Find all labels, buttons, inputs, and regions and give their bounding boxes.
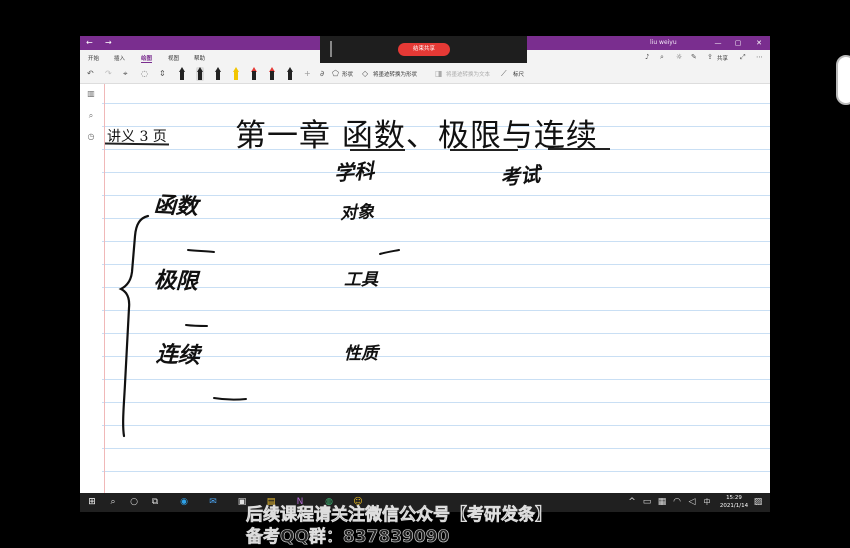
tab-draw[interactable]: 绘图 [141,54,153,63]
chevron-up-icon[interactable]: ^ [626,496,638,508]
add-pen-icon[interactable]: + [304,69,311,79]
side-handle [836,55,850,105]
tray-app-icon[interactable]: ▭ [641,496,653,508]
notifications-icon[interactable]: ▨ [752,496,764,508]
tab-home[interactable]: 开始 [88,54,99,62]
cortana-icon[interactable]: ○ [128,496,140,508]
underline-stroke [379,249,400,255]
wifi-icon[interactable]: ◠ [671,496,683,508]
tab-help[interactable]: 帮助 [194,54,205,62]
pen-red-2[interactable] [268,67,276,81]
recent-icon[interactable]: ◷ [85,131,97,143]
ink-to-text-button[interactable]: 将墨迹转换为文本 [446,70,490,78]
stop-sharing-button[interactable]: 结束共享 [398,43,450,56]
clock[interactable]: 15:29 2021/1/14 [715,494,753,510]
shapes-button[interactable]: 形状 [342,70,353,78]
lightbulb-icon[interactable]: ☼ [676,52,682,62]
redo-icon[interactable]: ↷ [105,69,112,79]
pen-black-3[interactable] [214,67,222,81]
shape-icon[interactable]: ⬠ [332,69,339,79]
edge-icon[interactable]: ◉ [178,496,190,508]
undo-icon[interactable]: ↶ [87,69,94,79]
lasso-select-icon[interactable]: ⌖ [123,69,128,79]
onenote-window: ← → liu weiyu — ▢ ✕ 开始 插入 绘图 视图 帮助 ♪ ⌕ ☼… [80,36,770,493]
mail-icon[interactable]: ✉ [207,496,219,508]
bell-icon[interactable]: ♪ [645,52,649,62]
ink-to-math-icon[interactable]: ∂ [320,69,324,79]
left-rail: ▥ ⌕ ◷ [80,84,102,493]
share-icon[interactable]: ⇪ [707,52,713,62]
underline-stroke [213,397,247,401]
notebooks-icon[interactable]: ▥ [85,88,97,100]
search-icon[interactable]: ⌕ [85,110,97,122]
pen-settings-icon[interactable]: ✎ [691,52,697,62]
share-button[interactable]: 共享 [717,54,728,62]
more-icon[interactable]: ⋯ [756,52,763,62]
clock-date: 2021/1/14 [719,503,749,509]
tab-view[interactable]: 视图 [168,54,179,62]
screen: ← → liu weiyu — ▢ ✕ 开始 插入 绘图 视图 帮助 ♪ ⌕ ☼… [0,0,850,548]
ruler-button[interactable]: 标尺 [513,70,524,78]
ink-strokes [118,214,400,438]
maximize-button[interactable]: ▢ [732,38,744,48]
ime-indicator[interactable]: 中 [701,496,713,508]
minimize-button[interactable]: — [712,38,724,48]
expand-icon[interactable]: ⤢ [740,52,746,62]
highlighter-yellow[interactable] [232,67,240,81]
add-space-icon[interactable]: ⇕ [159,69,166,79]
search-icon[interactable]: ⌕ [660,52,664,62]
eraser-icon[interactable]: ◌ [141,69,148,79]
underline-stroke [187,249,215,253]
ink-to-shape-icon[interactable]: ◇ [362,69,368,79]
watermark-line-2: 备考QQ群：837839090 [246,527,450,548]
back-arrow-icon[interactable]: ← [86,38,93,48]
task-view-icon[interactable]: ⧉ [149,496,161,508]
pen-black-1[interactable] [178,67,186,81]
screen-share-bar: 结束共享 [320,36,527,63]
tab-insert[interactable]: 插入 [114,54,125,62]
draw-toolbar: ↶ ↷ ⌖ ◌ ⇕ + ∂ ⬠ 形状 ◇ 将墨迹转换为形状 ◨ 将墨迹转换为文本… [80,64,770,84]
search-icon[interactable]: ⌕ [107,496,119,508]
user-name[interactable]: liu weiyu [650,39,677,46]
clock-time: 15:29 [726,495,742,501]
brace-stroke [118,214,150,438]
pen-red-1[interactable] [250,67,258,81]
ink-to-text-icon[interactable]: ◨ [435,69,443,79]
volume-icon[interactable]: ◁ [686,496,698,508]
drag-handle[interactable] [330,41,332,57]
forward-arrow-icon[interactable]: → [105,38,112,48]
pen-black-4[interactable] [286,67,294,81]
tray-network-icon[interactable]: ▦ [656,496,668,508]
ink-to-shape-button[interactable]: 将墨迹转换为形状 [373,70,417,78]
ruler-icon[interactable]: ⟋ [501,69,507,79]
underline-stroke [185,324,208,327]
pen-black-2[interactable] [196,67,204,81]
close-button[interactable]: ✕ [753,38,765,48]
windows-start-icon[interactable]: ⊞ [86,496,98,508]
